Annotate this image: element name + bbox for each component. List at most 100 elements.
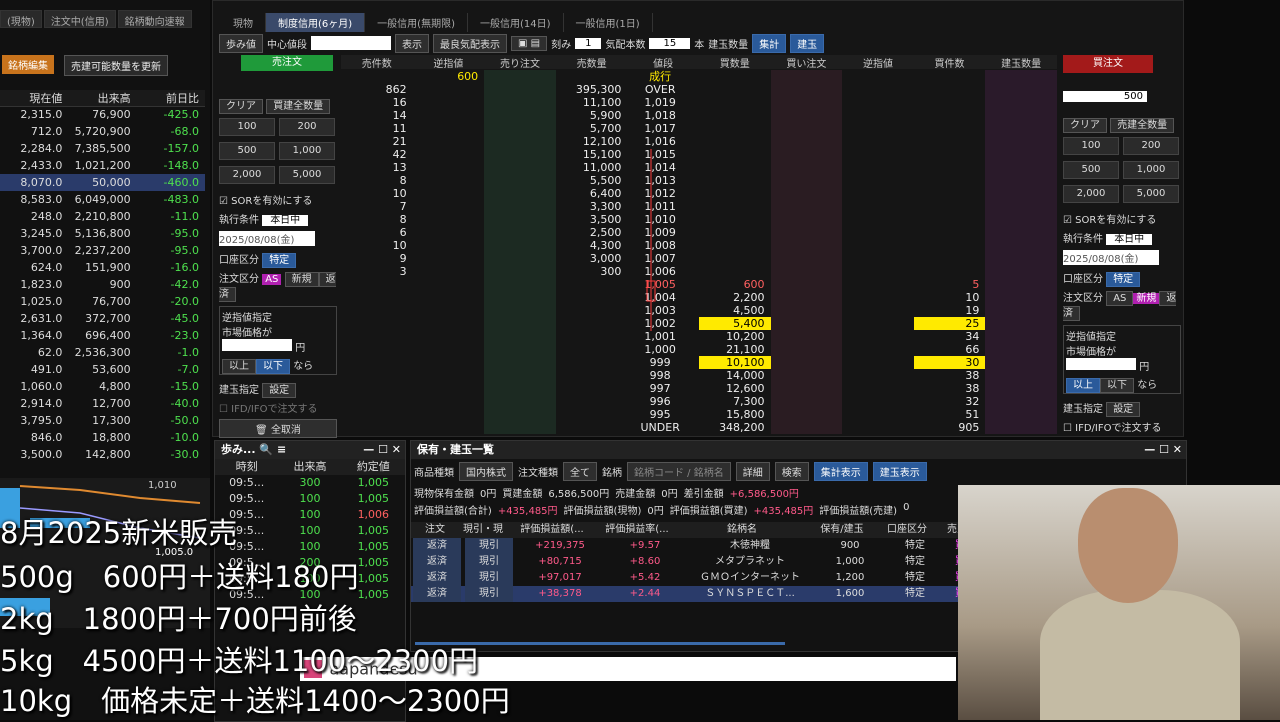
- board-cell[interactable]: [484, 395, 556, 408]
- row-action-button[interactable]: 現引: [465, 554, 513, 570]
- sell-clear-button[interactable]: クリア: [219, 99, 263, 114]
- board-cell[interactable]: [484, 187, 556, 200]
- tick-select[interactable]: 1: [575, 37, 602, 49]
- cancel-all-button[interactable]: 🗑 全取消: [219, 419, 337, 438]
- board-cell[interactable]: 997: [627, 382, 699, 395]
- board-cell[interactable]: [484, 382, 556, 395]
- board-cell[interactable]: 1,007: [627, 252, 699, 265]
- list-item[interactable]: 2,914.0 12,700 -40.0: [0, 395, 205, 412]
- board-cell[interactable]: [484, 343, 556, 356]
- buy-clear-button[interactable]: クリア: [1063, 118, 1107, 133]
- board-cell[interactable]: [484, 83, 556, 96]
- order-type-select[interactable]: 全て: [563, 462, 597, 481]
- buy-qty-input[interactable]: 500: [1063, 91, 1147, 102]
- brand-input[interactable]: 銘柄コード / 銘柄名: [627, 462, 731, 481]
- board-cell[interactable]: 1,006: [627, 265, 699, 278]
- menu-icon[interactable]: ≡: [277, 443, 286, 456]
- board-cell[interactable]: 1,013: [627, 174, 699, 187]
- position-button[interactable]: 建玉: [790, 33, 825, 53]
- board-cell[interactable]: [484, 96, 556, 109]
- board-cell[interactable]: [484, 265, 556, 278]
- board-cell[interactable]: [484, 304, 556, 317]
- buy-setting-button[interactable]: 設定: [1106, 402, 1141, 417]
- row-action-button[interactable]: 現引: [465, 570, 513, 586]
- list-item[interactable]: 491.0 53,600 -7.0: [0, 361, 205, 378]
- qty-button[interactable]: 200: [279, 118, 335, 136]
- tab-general-1d[interactable]: 一般信用(1日): [564, 13, 653, 32]
- list-item[interactable]: 8,070.0 50,000 -460.0: [0, 174, 205, 191]
- list-item[interactable]: 62.0 2,536,300 -1.0: [0, 344, 205, 361]
- list-item[interactable]: 846.0 18,800 -10.0: [0, 429, 205, 446]
- buy-ifd-checkbox[interactable]: ☐ IFD/IFOで注文する: [1063, 419, 1181, 434]
- board-cell[interactable]: [770, 421, 843, 434]
- list-item[interactable]: 248.0 2,210,800 -11.0: [0, 208, 205, 225]
- board-cell[interactable]: 1,000: [627, 343, 699, 356]
- board-cell[interactable]: [770, 70, 843, 83]
- qty-button[interactable]: 5,000: [1123, 185, 1179, 203]
- position-display-button[interactable]: 建玉表示: [872, 462, 927, 481]
- board-cell[interactable]: [770, 304, 843, 317]
- list-item[interactable]: 624.0 151,900 -16.0: [0, 259, 205, 276]
- sell-order-button[interactable]: 売注文: [241, 55, 333, 71]
- sell-new-button[interactable]: 新規: [284, 272, 319, 287]
- sell-sor-checkbox[interactable]: ☑ SORを有効にする: [219, 192, 337, 207]
- board-cell[interactable]: [484, 148, 556, 161]
- window-controls-icon[interactable]: — ☐ ✕: [363, 441, 405, 459]
- sell-setting-button[interactable]: 設定: [262, 383, 297, 398]
- sum-display-button[interactable]: 集計表示: [813, 462, 868, 481]
- display-button[interactable]: 表示: [395, 33, 429, 53]
- board-cell[interactable]: [770, 200, 843, 213]
- sell-above-button[interactable]: 以上: [222, 359, 256, 374]
- board-cell[interactable]: [770, 122, 843, 135]
- board-cell[interactable]: 1,016: [627, 135, 699, 148]
- board-cell[interactable]: 1,009: [627, 226, 699, 239]
- board-cell[interactable]: 1,005: [627, 278, 699, 291]
- board-cell[interactable]: 996: [627, 395, 699, 408]
- board-cell[interactable]: 998: [627, 369, 699, 382]
- board-cell[interactable]: 1,004: [627, 291, 699, 304]
- list-item[interactable]: 1,823.0 900 -42.0: [0, 276, 205, 293]
- qty-button[interactable]: 500: [219, 142, 275, 160]
- board-cell[interactable]: [770, 382, 843, 395]
- board-cell[interactable]: OVER: [627, 83, 699, 96]
- board-cell[interactable]: 1,014: [627, 161, 699, 174]
- sell-all-qty-button[interactable]: 買建全数量: [266, 99, 331, 114]
- board-cell[interactable]: 1,018: [627, 109, 699, 122]
- board-cell[interactable]: [770, 408, 843, 421]
- board-cell[interactable]: 1,002: [627, 317, 699, 330]
- board-cell[interactable]: [484, 356, 556, 369]
- board-cell[interactable]: [770, 330, 843, 343]
- row-action-button[interactable]: 返済: [413, 554, 461, 570]
- board-cell[interactable]: [770, 395, 843, 408]
- sell-ifd-checkbox[interactable]: ☐ IFD/IFOで注文する: [219, 400, 337, 415]
- board-cell[interactable]: [770, 174, 843, 187]
- row-action-button[interactable]: 返済: [413, 538, 461, 554]
- list-item[interactable]: 1,364.0 696,400 -23.0: [0, 327, 205, 344]
- buy-account-select[interactable]: 特定: [1106, 272, 1141, 287]
- board-cell[interactable]: [770, 317, 843, 330]
- board-cell[interactable]: [770, 187, 843, 200]
- board-cell[interactable]: 1,019: [627, 96, 699, 109]
- qty-button[interactable]: 1,000: [1123, 161, 1179, 179]
- board-cell[interactable]: 995: [627, 408, 699, 421]
- tab-margin-orders[interactable]: 注文中(信用): [43, 10, 116, 28]
- tab-spot-board[interactable]: 現物: [221, 13, 266, 32]
- tab-general-14d[interactable]: 一般信用(14日): [468, 13, 564, 32]
- buy-sor-checkbox[interactable]: ☑ SORを有効にする: [1063, 211, 1181, 226]
- board-cell[interactable]: [770, 278, 843, 291]
- search-icon[interactable]: 🔍: [259, 443, 273, 456]
- update-qty-button[interactable]: 売建可能数量を更新: [64, 55, 168, 76]
- board-cell[interactable]: [484, 278, 556, 291]
- row-action-button[interactable]: 返済: [413, 570, 461, 586]
- qty-button[interactable]: 100: [1063, 137, 1119, 155]
- board-cell[interactable]: [484, 408, 556, 421]
- list-item[interactable]: 8,583.0 6,049,000 -483.0: [0, 191, 205, 208]
- list-item[interactable]: 2,631.0 372,700 -45.0: [0, 310, 205, 327]
- buy-stop-input[interactable]: [1066, 358, 1136, 370]
- board-cell[interactable]: [484, 135, 556, 148]
- row-action-button[interactable]: 返済: [413, 586, 461, 602]
- sell-date-input[interactable]: 2025/08/08(金): [219, 231, 315, 246]
- sell-exec-select[interactable]: 本日中: [262, 215, 309, 226]
- qty-button[interactable]: 500: [1063, 161, 1119, 179]
- board-cell[interactable]: [484, 330, 556, 343]
